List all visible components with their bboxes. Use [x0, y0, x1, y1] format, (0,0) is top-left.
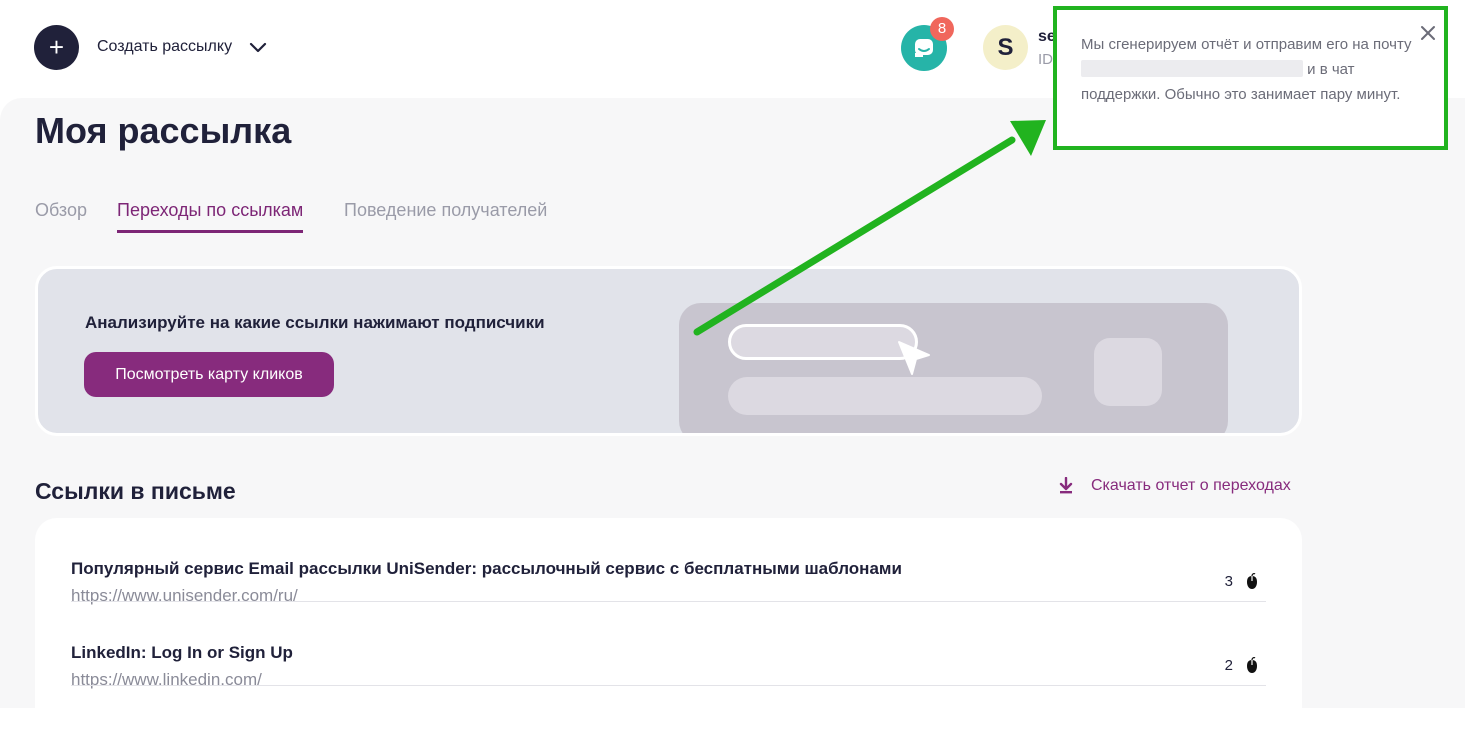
avatar[interactable]: S	[983, 25, 1028, 70]
chevron-down-icon[interactable]	[249, 39, 267, 57]
banner-title: Анализируйте на какие ссылки нажимают по…	[85, 313, 545, 332]
illustration-square	[1094, 338, 1162, 406]
report-notification-toast: Мы сгенерируем отчёт и отправим его на п…	[1053, 6, 1448, 150]
click-map-banner: Анализируйте на какие ссылки нажимают по…	[35, 266, 1302, 436]
links-list: Популярный сервис Email рассылки UniSend…	[35, 518, 1302, 738]
tab-recipient-behavior[interactable]: Поведение получателей	[344, 200, 547, 230]
close-icon[interactable]	[1419, 24, 1437, 42]
download-report-link[interactable]: Скачать отчет о переходах	[1091, 477, 1291, 495]
tab-overview[interactable]: Обзор	[35, 200, 87, 230]
toast-message: Мы сгенерируем отчёт и отправим его на п…	[1081, 32, 1421, 107]
page-title: Моя рассылка	[35, 110, 292, 151]
click-count: 2	[1224, 657, 1233, 674]
create-campaign-button[interactable]: +	[34, 25, 79, 70]
create-campaign-label[interactable]: Создать рассылку	[97, 38, 232, 56]
link-title[interactable]: Популярный сервис Email рассылки UniSend…	[71, 559, 902, 579]
illustration-text-pill	[728, 377, 1042, 415]
mouse-icon	[1247, 657, 1257, 673]
notification-badge: 8	[930, 17, 954, 41]
toast-text-part: Мы сгенерируем отчёт и отправим его на п…	[1081, 36, 1412, 53]
cursor-icon	[898, 341, 930, 375]
banner-illustration	[679, 303, 1228, 433]
chat-icon	[915, 39, 933, 57]
mouse-icon	[1247, 573, 1257, 589]
redacted-email	[1081, 60, 1303, 77]
view-click-map-button[interactable]: Посмотреть карту кликов	[84, 352, 334, 397]
illustration-link-pill	[728, 324, 918, 360]
click-count: 3	[1224, 573, 1233, 590]
tab-link-clicks[interactable]: Переходы по ссылкам	[117, 200, 304, 233]
download-icon[interactable]	[1058, 477, 1074, 495]
divider	[71, 685, 1266, 686]
link-url[interactable]: https://www.linkedin.com/	[71, 670, 262, 690]
user-id: ID	[1038, 51, 1053, 68]
plus-icon: +	[48, 32, 65, 62]
link-title[interactable]: LinkedIn: Log In or Sign Up	[71, 643, 293, 663]
list-item[interactable]: LinkedIn: Log In or Sign Up https://www.…	[71, 602, 1266, 689]
list-item[interactable]: Популярный сервис Email рассылки UniSend…	[71, 518, 1266, 605]
links-section-title: Ссылки в письме	[35, 478, 236, 504]
